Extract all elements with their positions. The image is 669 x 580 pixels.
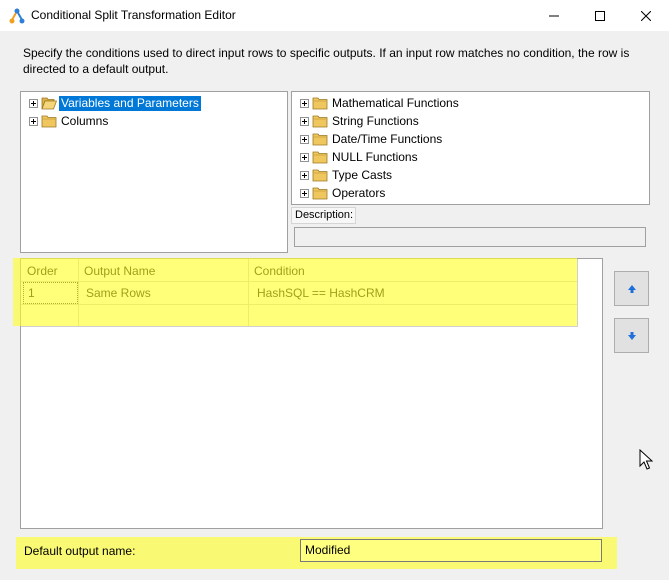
column-header-condition[interactable]: Condition xyxy=(254,260,305,282)
arrow-down-icon xyxy=(627,331,636,340)
expand-icon[interactable] xyxy=(300,170,309,180)
expand-icon[interactable] xyxy=(29,116,38,126)
output-name-cell[interactable]: Same Rows xyxy=(86,282,151,304)
tree-label: Columns xyxy=(61,113,109,128)
move-down-button[interactable] xyxy=(614,318,649,353)
expand-icon[interactable] xyxy=(300,134,309,144)
conditional-split-icon xyxy=(9,8,25,24)
close-icon xyxy=(641,10,651,21)
tree-label: NULL Functions xyxy=(332,149,418,164)
folder-open-icon xyxy=(41,97,57,110)
column-header-order[interactable]: Order xyxy=(27,260,58,282)
conditions-grid[interactable]: Order Output Name Condition Same Rows Ha… xyxy=(20,258,603,529)
tree-label: Mathematical Functions xyxy=(332,95,459,110)
tree-item-type-casts[interactable]: Type Casts xyxy=(300,167,394,183)
tree-item-operators[interactable]: Operators xyxy=(300,185,387,201)
grid-divider xyxy=(78,259,79,326)
column-header-output-name[interactable]: Output Name xyxy=(84,260,155,282)
instructions-text: Specify the conditions used to direct in… xyxy=(23,46,630,76)
expand-icon[interactable] xyxy=(300,116,309,126)
description-label: Description: xyxy=(291,207,356,224)
tree-label: Variables and Parameters xyxy=(59,95,201,111)
window-title: Conditional Split Transformation Editor xyxy=(31,8,236,22)
folder-icon xyxy=(312,151,328,164)
folder-icon xyxy=(312,187,328,200)
tree-item-date-time-functions[interactable]: Date/Time Functions xyxy=(300,131,444,147)
tree-label: Operators xyxy=(332,185,386,200)
condition-cell[interactable]: HashSQL == HashCRM xyxy=(257,282,385,304)
tree-label: Date/Time Functions xyxy=(332,131,443,146)
tree-item-columns[interactable]: Columns xyxy=(29,113,110,129)
grid-divider xyxy=(21,326,578,327)
folder-icon xyxy=(312,169,328,182)
variables-columns-tree[interactable]: Variables and Parameters Columns xyxy=(20,91,288,253)
minimize-button[interactable] xyxy=(531,0,577,31)
expand-icon[interactable] xyxy=(300,98,309,108)
folder-icon xyxy=(312,97,328,110)
tree-item-string-functions[interactable]: String Functions xyxy=(300,113,421,129)
tree-label: Type Casts xyxy=(332,167,393,182)
expand-icon[interactable] xyxy=(29,98,38,108)
order-cell[interactable]: 1 xyxy=(23,282,78,304)
default-output-label: Default output name: xyxy=(24,544,136,558)
expand-icon[interactable] xyxy=(300,188,309,198)
description-box xyxy=(294,227,646,247)
default-output-input[interactable]: Modified xyxy=(300,539,602,562)
tree-item-mathematical-functions[interactable]: Mathematical Functions xyxy=(300,95,461,111)
expand-icon[interactable] xyxy=(300,152,309,162)
grid-divider xyxy=(21,304,578,305)
folder-icon xyxy=(41,115,57,128)
maximize-button[interactable] xyxy=(577,0,623,31)
grid-divider xyxy=(577,259,578,326)
folder-icon xyxy=(312,133,328,146)
arrow-up-icon xyxy=(627,284,636,293)
functions-tree[interactable]: Mathematical Functions String Functions … xyxy=(291,91,650,205)
move-up-button[interactable] xyxy=(614,271,649,306)
close-button[interactable] xyxy=(623,0,669,31)
tree-item-variables-parameters[interactable]: Variables and Parameters xyxy=(29,95,201,111)
grid-divider xyxy=(248,259,249,326)
tree-label: String Functions xyxy=(332,113,419,128)
folder-icon xyxy=(312,115,328,128)
maximize-icon xyxy=(595,10,605,21)
title-bar: Conditional Split Transformation Editor xyxy=(0,0,669,31)
tree-item-null-functions[interactable]: NULL Functions xyxy=(300,149,420,165)
minimize-icon xyxy=(549,15,559,16)
mouse-cursor-icon xyxy=(639,449,653,470)
